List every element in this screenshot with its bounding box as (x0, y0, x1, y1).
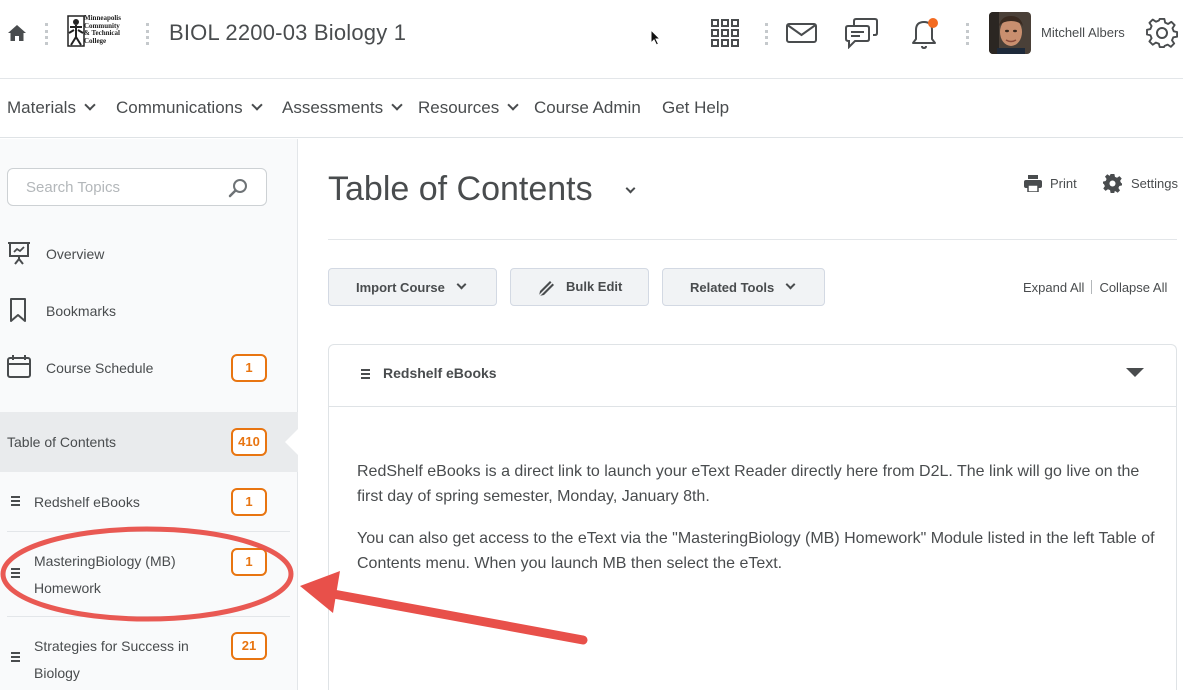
app-grid-icon[interactable] (711, 19, 739, 47)
sidebar-item-label: Course Schedule (46, 360, 154, 376)
import-course-button[interactable]: Import Course (328, 268, 497, 306)
module-label: Homework (34, 580, 101, 596)
related-tools-button[interactable]: Related Tools (662, 268, 825, 306)
nav-get-help[interactable]: Get Help (662, 98, 729, 118)
module-label: MasteringBiology (MB) (34, 553, 176, 569)
chat-icon[interactable] (845, 18, 878, 49)
search-icon[interactable] (228, 178, 248, 198)
module-label: Redshelf eBooks (34, 494, 140, 510)
search-input[interactable]: Search Topics (7, 168, 267, 206)
nav-label: Get Help (662, 98, 730, 117)
module-title: Redshelf eBooks (383, 365, 497, 381)
nav-label: Materials (7, 98, 76, 117)
bookmark-icon (10, 298, 26, 322)
search-placeholder: Search Topics (26, 179, 120, 196)
notification-dot (928, 18, 938, 28)
separator (146, 23, 149, 45)
sidebar-item-course-schedule[interactable]: Course Schedule 1 (0, 350, 297, 386)
nav-resources[interactable]: Resources (418, 98, 519, 118)
user-name[interactable]: Mitchell Albers (1041, 25, 1125, 40)
count-badge: 1 (231, 488, 267, 516)
separator (765, 23, 768, 45)
sidebar-module-redshelf[interactable]: Redshelf eBooks 1 (0, 480, 297, 524)
nav-label: Assessments (282, 98, 384, 117)
nav-materials[interactable]: Materials (7, 98, 96, 118)
college-logo[interactable]: Minneapolis Community & Technical Colleg… (66, 13, 128, 53)
sidebar-item-table-of-contents[interactable]: Table of Contents 410 (0, 412, 298, 472)
button-label: Import Course (356, 280, 445, 295)
button-label: Related Tools (690, 280, 775, 295)
gear-icon[interactable] (1146, 17, 1178, 49)
caret-down-icon[interactable] (1126, 368, 1144, 377)
sidebar-item-label: Bookmarks (46, 303, 117, 319)
chevron-down-icon (456, 279, 467, 290)
bulk-edit-button[interactable]: Bulk Edit (510, 268, 649, 306)
separator (966, 23, 969, 45)
module-label: Strategies for Success in (34, 638, 189, 654)
gear-icon (1103, 174, 1122, 193)
drag-handle-icon[interactable] (11, 496, 20, 506)
home-icon[interactable] (7, 24, 27, 42)
sidebar-module-masteringbiology[interactable]: MasteringBiology (MB) Homework 1 (0, 540, 297, 610)
description-paragraph: You can also get access to the eText via… (357, 530, 1155, 572)
chevron-down-icon (785, 279, 796, 290)
nav-label: Course Admin (534, 98, 641, 117)
mouse-cursor-icon (650, 29, 661, 46)
chevron-down-icon (250, 99, 263, 111)
chevron-down-icon (391, 99, 403, 111)
separator (1091, 280, 1093, 294)
nav-communications[interactable]: Communications (116, 98, 263, 118)
drag-handle-icon[interactable] (11, 568, 20, 578)
sidebar-item-bookmarks[interactable]: Bookmarks (0, 293, 297, 329)
divider (7, 616, 290, 617)
count-badge: 1 (231, 548, 267, 576)
sidebar-item-overview[interactable]: Overview (0, 236, 297, 272)
page-title: Table of Contents (328, 170, 593, 208)
count-badge: 410 (231, 428, 267, 456)
drag-handle-icon[interactable] (361, 369, 370, 379)
chevron-down-icon (84, 99, 96, 111)
button-label: Bulk Edit (566, 279, 623, 294)
description-paragraph: RedShelf eBooks is a direct link to laun… (357, 463, 1140, 505)
top-bar: Minneapolis Community & Technical Colleg… (0, 0, 1183, 79)
drag-handle-icon[interactable] (11, 652, 20, 662)
module-panel: Redshelf eBooks RedShelf eBooks is a dir… (328, 344, 1177, 690)
sidebar-module-strategies[interactable]: Strategies for Success in Biology 21 (0, 624, 297, 690)
mail-icon[interactable] (786, 23, 817, 43)
active-indicator (285, 428, 299, 456)
separator (45, 23, 48, 45)
bell-icon[interactable] (907, 16, 941, 50)
collapse-all-link[interactable]: Collapse All (1099, 280, 1167, 295)
nav-label: Resources (418, 98, 500, 117)
logo-line: College (84, 36, 107, 45)
count-badge: 1 (231, 354, 267, 382)
module-label: Biology (34, 665, 80, 681)
avatar[interactable] (989, 12, 1031, 54)
module-description: RedShelf eBooks is a direct link to laun… (357, 459, 1157, 593)
divider (7, 531, 290, 532)
divider (328, 239, 1177, 240)
nav-course-admin[interactable]: Course Admin (534, 98, 641, 118)
print-label: Print (1050, 176, 1077, 191)
nav-assessments[interactable]: Assessments (282, 98, 403, 118)
calendar-icon (7, 355, 31, 378)
module-header[interactable]: Redshelf eBooks (329, 345, 1176, 407)
chevron-down-icon[interactable] (625, 183, 636, 194)
presentation-icon (8, 242, 30, 265)
sidebar-item-label: Table of Contents (7, 434, 116, 450)
nav-label: Communications (116, 98, 243, 117)
count-badge: 21 (231, 632, 267, 660)
settings-label: Settings (1131, 176, 1178, 191)
sidebar-item-label: Overview (46, 246, 105, 262)
expand-all-link[interactable]: Expand All (1023, 280, 1084, 295)
expand-collapse-links: Expand All Collapse All (1023, 280, 1167, 295)
printer-icon (1024, 175, 1042, 192)
pencil-icon (537, 278, 557, 298)
course-title[interactable]: BIOL 2200-03 Biology 1 (169, 20, 406, 46)
chevron-down-icon (507, 99, 519, 111)
